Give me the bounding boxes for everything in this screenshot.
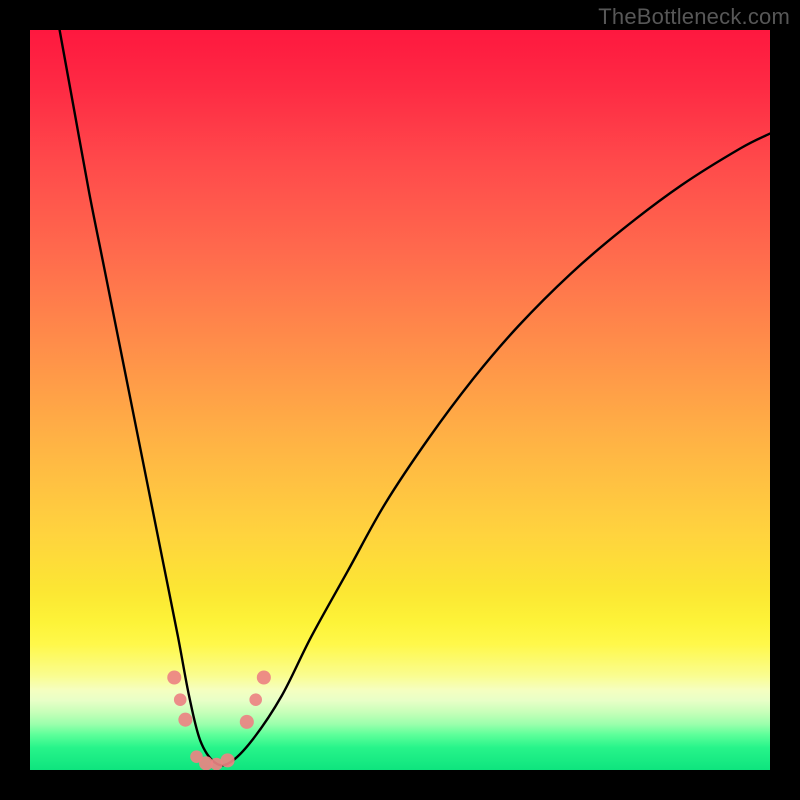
bottleneck-curve [60,30,770,765]
curve-markers [167,670,271,770]
curve-marker [174,693,187,706]
watermark-text: TheBottleneck.com [598,4,790,30]
curve-marker [249,693,262,706]
curve-marker [167,670,181,684]
curve-marker [221,753,235,767]
plot-area [30,30,770,770]
curve-marker [240,715,254,729]
curve-marker [257,670,271,684]
chart-frame: TheBottleneck.com [0,0,800,800]
curve-layer [30,30,770,770]
curve-marker [178,713,192,727]
